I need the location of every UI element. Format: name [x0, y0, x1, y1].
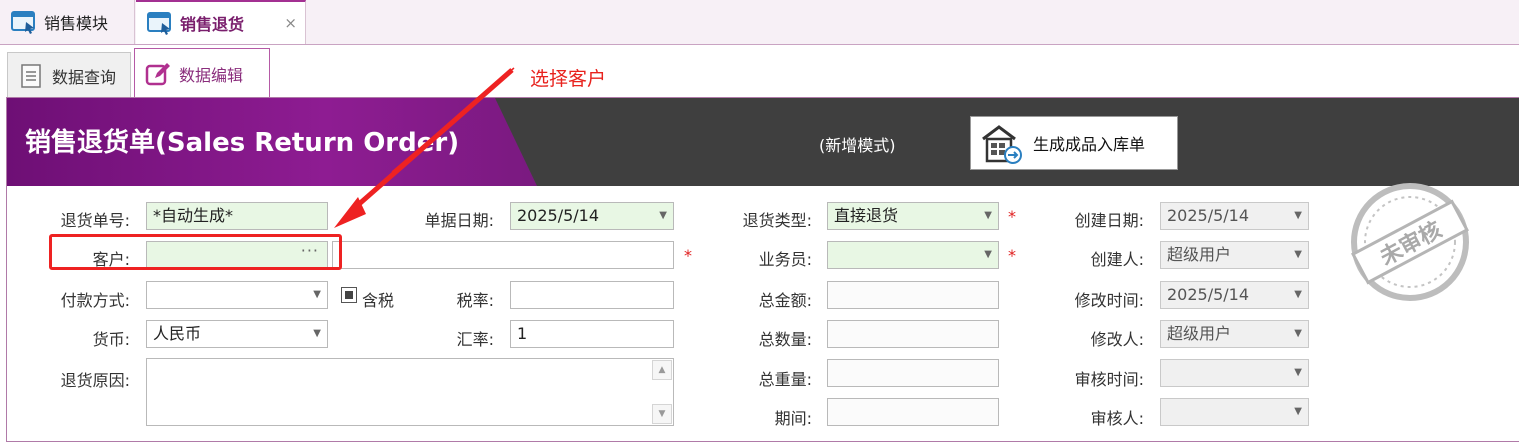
required-mark: * — [1008, 207, 1016, 226]
tax-rate-field[interactable] — [510, 281, 674, 309]
chevron-down-icon[interactable]: ▼ — [984, 203, 992, 229]
customer-name-field[interactable] — [332, 241, 674, 269]
chevron-down-icon: ▼ — [1294, 289, 1302, 300]
modifier-value: 超级用户 — [1167, 324, 1232, 343]
scroll-up-icon[interactable]: ▲ — [652, 360, 672, 380]
total-amount-field — [827, 281, 999, 309]
modifier-field: 超级用户 ▼ — [1160, 320, 1309, 348]
exchange-rate-field[interactable]: 1 — [510, 320, 674, 348]
tab-sales-module[interactable]: 销售模块 — [0, 0, 135, 44]
chevron-down-icon[interactable]: ▼ — [313, 282, 321, 308]
app-root: 销售模块 销售退货 × 数据查询 数据编辑 销售退货单(Sales Return… — [0, 0, 1519, 442]
document-icon — [21, 63, 41, 88]
page-title: 销售退货单(Sales Return Order) — [25, 128, 460, 158]
payment-select[interactable]: ▼ — [146, 281, 328, 309]
chevron-down-icon: ▼ — [1294, 249, 1302, 260]
return-no-field[interactable]: *自动生成* — [146, 202, 328, 230]
close-icon[interactable]: × — [284, 14, 297, 32]
modified-time-label: 修改时间: — [1074, 291, 1144, 310]
total-weight-label: 总重量: — [758, 370, 812, 389]
total-amount-label: 总金额: — [758, 291, 812, 310]
view-tab-bar: 数据查询 数据编辑 — [0, 45, 1519, 99]
payment-label: 付款方式: — [60, 291, 130, 310]
audit-time-label: 审核时间: — [1074, 370, 1144, 389]
tab-sales-return[interactable]: 销售退货 × — [136, 0, 306, 44]
chevron-down-icon: ▼ — [1294, 210, 1302, 221]
period-field — [827, 398, 999, 426]
total-qty-field — [827, 320, 999, 348]
unaudited-stamp: 未审核 — [1351, 183, 1469, 301]
chevron-down-icon: ▼ — [1294, 328, 1302, 339]
modified-time-field: 2025/5/14 ▼ — [1160, 281, 1309, 309]
scroll-down-icon[interactable]: ▼ — [652, 404, 672, 424]
total-qty-label: 总数量: — [758, 330, 812, 349]
tax-included-checkbox[interactable] — [341, 287, 357, 303]
created-date-label: 创建日期: — [1074, 211, 1144, 230]
audit-time-field: ▼ — [1160, 359, 1309, 387]
tab-label: 销售退货 — [180, 15, 245, 34]
doc-date-value: 2025/5/14 — [517, 206, 600, 225]
warehouse-icon — [982, 125, 1022, 164]
header-banner: 销售退货单(Sales Return Order) (新增模式) 生成成品入库单 — [7, 98, 1519, 186]
required-mark: * — [1008, 246, 1016, 265]
module-tab-bar: 销售模块 销售退货 × — [0, 0, 1519, 45]
salesperson-select[interactable]: ▼ — [827, 241, 999, 269]
created-date-value: 2025/5/14 — [1167, 206, 1250, 225]
window-cursor-icon — [11, 11, 35, 34]
total-weight-field — [827, 359, 999, 387]
return-type-label: 退货类型: — [742, 211, 812, 230]
edit-icon — [145, 62, 170, 85]
annotation-label: 选择客户 — [530, 68, 607, 90]
chevron-down-icon[interactable]: ▼ — [313, 321, 321, 347]
return-type-select[interactable]: 直接退货 ▼ — [827, 202, 999, 230]
salesperson-label: 业务员: — [758, 250, 812, 269]
modified-time-value: 2025/5/14 — [1167, 285, 1250, 304]
generate-stock-in-button[interactable]: 生成成品入库单 — [970, 116, 1178, 170]
created-date-field: 2025/5/14 ▼ — [1160, 202, 1309, 230]
tab-label: 数据编辑 — [179, 65, 244, 85]
exchange-rate-label: 汇率: — [456, 330, 494, 349]
creator-field: 超级用户 ▼ — [1160, 241, 1309, 269]
chevron-down-icon[interactable]: ▼ — [659, 203, 667, 229]
reason-label: 退货原因: — [60, 371, 130, 390]
creator-value: 超级用户 — [1167, 245, 1232, 264]
tab-data-edit[interactable]: 数据编辑 — [134, 48, 270, 98]
tab-data-query[interactable]: 数据查询 — [7, 52, 131, 98]
customer-highlight-box — [49, 234, 342, 270]
currency-select[interactable]: 人民币 ▼ — [146, 320, 328, 348]
creator-label: 创建人: — [1090, 250, 1144, 269]
return-no-label: 退货单号: — [60, 211, 130, 230]
period-label: 期间: — [774, 409, 812, 428]
doc-date-picker[interactable]: 2025/5/14 ▼ — [510, 202, 674, 230]
return-type-value: 直接退货 — [834, 206, 899, 225]
currency-value: 人民币 — [153, 324, 202, 343]
tab-label: 销售模块 — [44, 14, 109, 33]
generate-button-label: 生成成品入库单 — [1033, 135, 1146, 154]
mode-indicator: (新增模式) — [819, 136, 896, 155]
required-mark: * — [684, 246, 692, 265]
auditor-label: 审核人: — [1090, 409, 1144, 428]
chevron-down-icon: ▼ — [1294, 406, 1302, 417]
auditor-field: ▼ — [1160, 398, 1309, 426]
tax-rate-label: 税率: — [456, 291, 494, 310]
chevron-down-icon: ▼ — [1294, 367, 1302, 378]
doc-date-label: 单据日期: — [424, 211, 494, 230]
tab-label: 数据查询 — [52, 67, 117, 87]
window-cursor-icon — [147, 12, 171, 35]
chevron-down-icon[interactable]: ▼ — [984, 242, 992, 268]
reason-textarea[interactable]: ▲ ▼ — [146, 358, 674, 426]
modifier-label: 修改人: — [1090, 330, 1144, 349]
currency-label: 货币: — [92, 330, 130, 349]
